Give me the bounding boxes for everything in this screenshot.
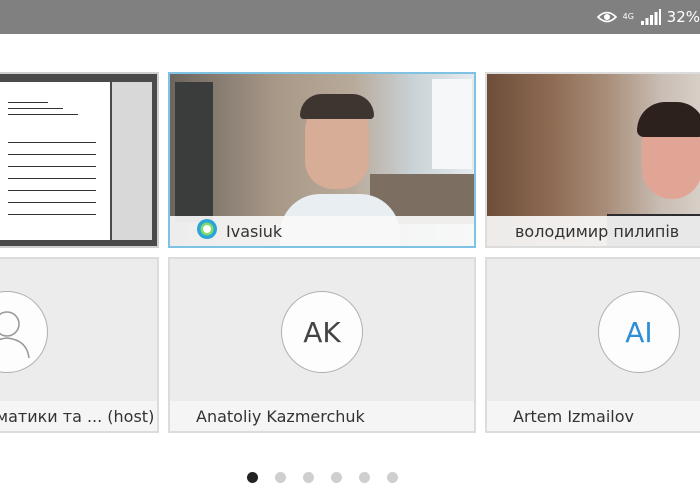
page-dot-6[interactable] bbox=[387, 472, 398, 483]
participant-name-bar: Ivasiuk bbox=[170, 216, 474, 246]
page-dot-3[interactable] bbox=[303, 472, 314, 483]
participant-name: Anatoliy Kazmerchuk bbox=[196, 406, 365, 426]
status-bar: 4G 32% bbox=[0, 0, 700, 34]
person-silhouette-icon bbox=[0, 291, 48, 373]
page-dot-4[interactable] bbox=[331, 472, 342, 483]
shared-document bbox=[0, 82, 110, 240]
participant-tile-screen-share[interactable] bbox=[0, 72, 159, 248]
avatar-initials: AI bbox=[598, 291, 680, 373]
participant-name-bar: володимир пилипів bbox=[487, 216, 700, 246]
signal-icon bbox=[640, 9, 661, 25]
webex-icon bbox=[196, 218, 218, 244]
participant-name: володимир пилипів bbox=[515, 221, 680, 241]
eye-icon bbox=[596, 10, 617, 24]
participant-tile-artem[interactable]: AI Artem Izmailov bbox=[485, 257, 700, 433]
participant-name: Artem Izmailov bbox=[513, 406, 634, 426]
page-dot-5[interactable] bbox=[359, 472, 370, 483]
participant-name: матики та ... (host) bbox=[0, 406, 155, 426]
participant-name-bar: Anatoliy Kazmerchuk bbox=[170, 401, 474, 431]
page-dot-2[interactable] bbox=[275, 472, 286, 483]
page-dot-1[interactable] bbox=[247, 472, 258, 483]
network-type: 4G bbox=[622, 12, 634, 21]
participant-name-bar: матики та ... (host) bbox=[0, 401, 157, 431]
participant-tile-volodymyr[interactable]: володимир пилипів bbox=[485, 72, 700, 248]
participant-tile-host[interactable]: матики та ... (host) bbox=[0, 257, 159, 433]
battery-level: 32% bbox=[666, 8, 700, 26]
document-viewer-panel bbox=[112, 82, 152, 240]
participant-tile-ivasiuk[interactable]: Ivasiuk bbox=[168, 72, 476, 248]
page-indicator bbox=[247, 472, 398, 483]
avatar-initials: AK bbox=[281, 291, 363, 373]
participant-name: Ivasiuk bbox=[226, 221, 283, 241]
participant-tile-anatoliy[interactable]: AK Anatoliy Kazmerchuk bbox=[168, 257, 476, 433]
participant-name-bar: Artem Izmailov bbox=[487, 401, 700, 431]
status-icons: 4G 32% bbox=[596, 7, 700, 27]
